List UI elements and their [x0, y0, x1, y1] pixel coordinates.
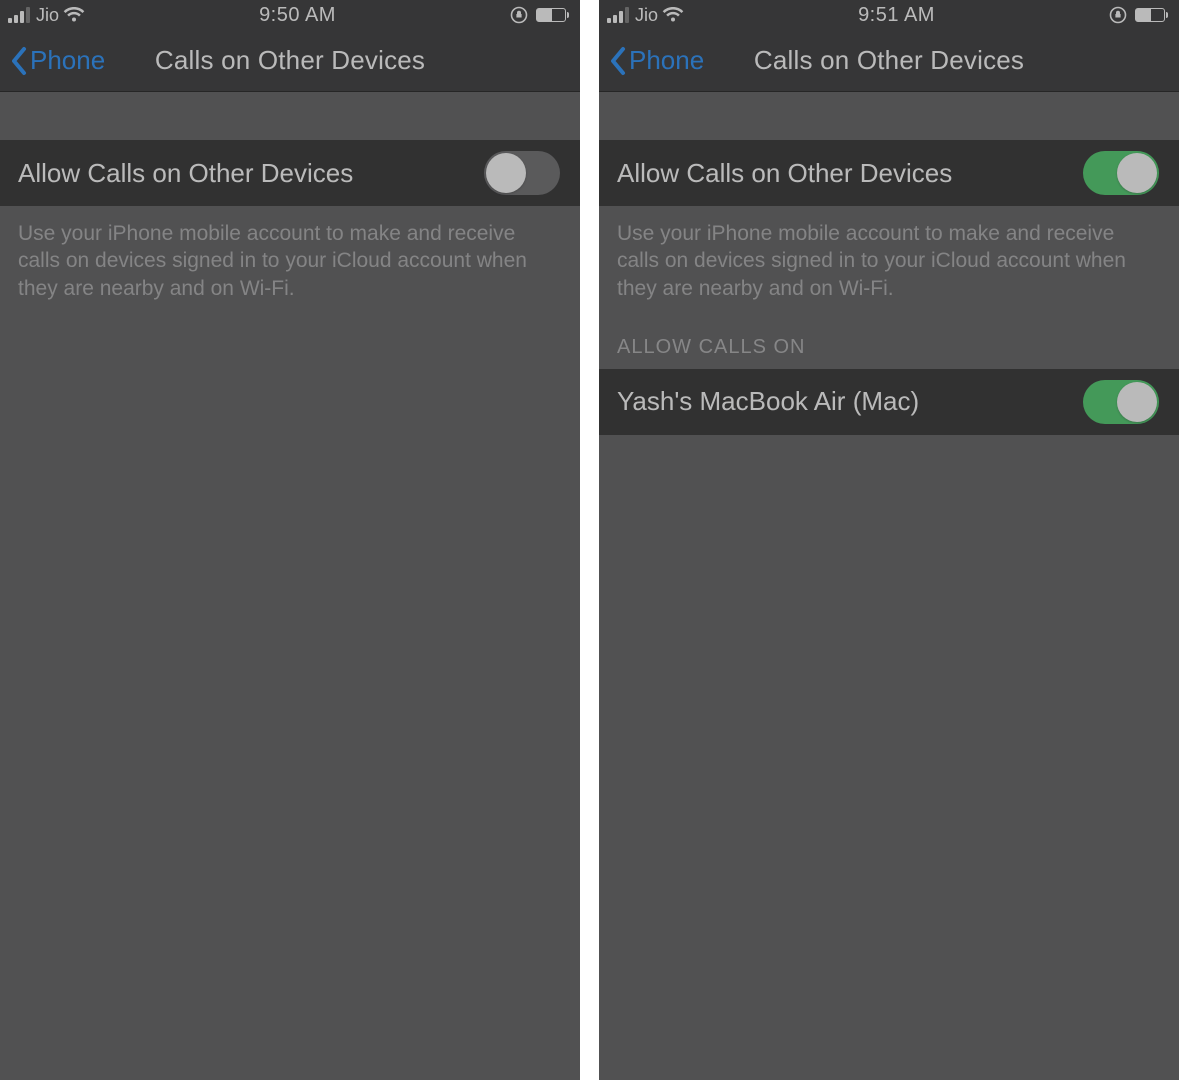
screen-left: Jio 9:50 AM Phone Calls on Other Devices… — [0, 0, 580, 1080]
nav-header: Phone Calls on Other Devices — [599, 30, 1179, 92]
back-button[interactable]: Phone — [10, 30, 105, 91]
allow-calls-row[interactable]: Allow Calls on Other Devices — [599, 140, 1179, 206]
cellular-signal-icon — [607, 7, 629, 23]
status-time: 9:51 AM — [858, 4, 935, 27]
orientation-lock-icon — [1109, 6, 1127, 24]
nav-header: Phone Calls on Other Devices — [0, 30, 580, 92]
back-label: Phone — [30, 45, 105, 76]
allow-calls-row[interactable]: Allow Calls on Other Devices — [0, 140, 580, 206]
chevron-left-icon — [10, 46, 28, 76]
status-right — [1109, 6, 1165, 24]
wifi-icon — [63, 7, 85, 23]
carrier-label: Jio — [635, 5, 658, 26]
content-area: Allow Calls on Other Devices Use your iP… — [599, 92, 1179, 1080]
battery-icon — [536, 8, 566, 22]
screenshot-divider — [580, 0, 599, 1080]
status-right — [510, 6, 566, 24]
allow-calls-footer: Use your iPhone mobile account to make a… — [599, 206, 1179, 302]
cellular-signal-icon — [8, 7, 30, 23]
back-button[interactable]: Phone — [609, 30, 704, 91]
status-bar: Jio 9:51 AM — [599, 0, 1179, 30]
status-bar: Jio 9:50 AM — [0, 0, 580, 30]
battery-icon — [1135, 8, 1165, 22]
allow-calls-toggle[interactable] — [1083, 151, 1159, 195]
status-time: 9:50 AM — [259, 4, 336, 27]
device-toggle[interactable] — [1083, 380, 1159, 424]
allow-calls-label: Allow Calls on Other Devices — [18, 158, 353, 189]
page-title: Calls on Other Devices — [754, 45, 1024, 76]
orientation-lock-icon — [510, 6, 528, 24]
page-title: Calls on Other Devices — [155, 45, 425, 76]
content-area: Allow Calls on Other Devices Use your iP… — [0, 92, 580, 1080]
status-left: Jio — [607, 5, 684, 26]
carrier-label: Jio — [36, 5, 59, 26]
back-label: Phone — [629, 45, 704, 76]
allow-calls-toggle[interactable] — [484, 151, 560, 195]
allow-calls-label: Allow Calls on Other Devices — [617, 158, 952, 189]
chevron-left-icon — [609, 46, 627, 76]
device-row[interactable]: Yash's MacBook Air (Mac) — [599, 369, 1179, 435]
device-label: Yash's MacBook Air (Mac) — [617, 386, 919, 417]
screen-right: Jio 9:51 AM Phone Calls on Other Devices… — [599, 0, 1179, 1080]
allow-calls-footer: Use your iPhone mobile account to make a… — [0, 206, 580, 302]
status-left: Jio — [8, 5, 85, 26]
allow-calls-on-header: ALLOW CALLS ON — [599, 302, 1179, 369]
wifi-icon — [662, 7, 684, 23]
